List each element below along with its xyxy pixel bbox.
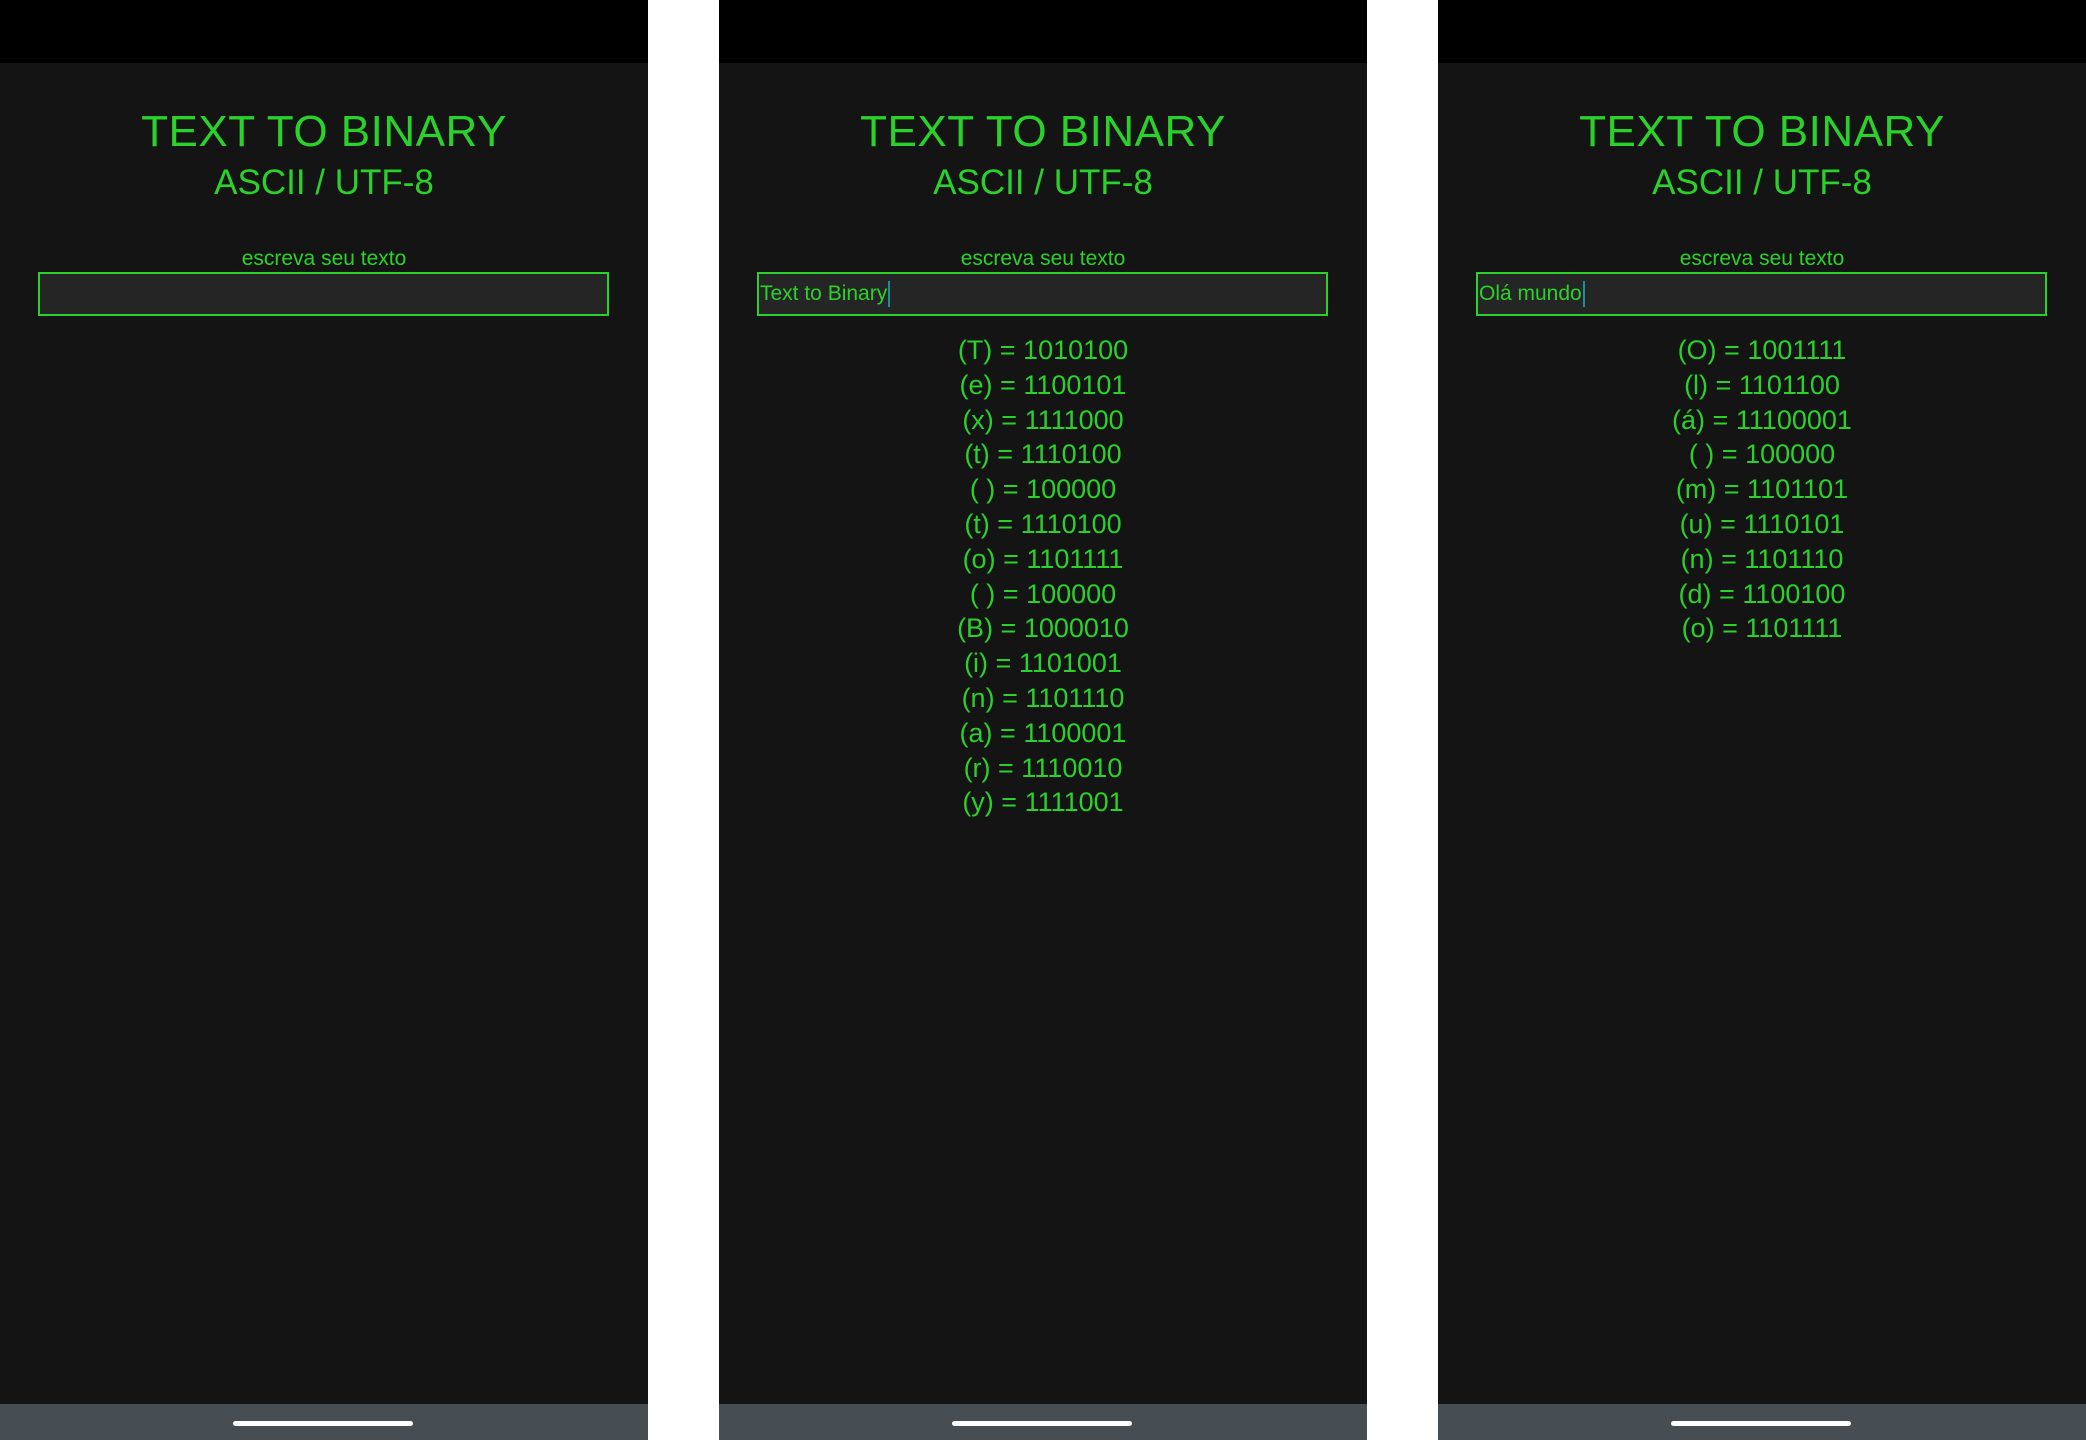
home-indicator[interactable] [952, 1421, 1132, 1426]
input-label: escreva seu texto [1679, 247, 1845, 270]
binary-result-item: (t) = 1110100 [964, 508, 1122, 539]
binary-result-item: (o) = 1101111 [962, 543, 1124, 574]
binary-result-item: ( ) = 100000 [969, 474, 1117, 505]
phone-screen-2: TEXT TO BINARY ASCII / UTF-8 escreva seu… [719, 0, 1367, 1440]
navigation-bar [719, 1404, 1367, 1440]
status-bar [0, 0, 648, 63]
binary-result-item: (O) = 1001111 [1677, 335, 1847, 365]
navigation-bar [1438, 1404, 2086, 1440]
binary-result-item: (á) = 11100001 [1672, 404, 1852, 435]
input-value: Text to Binary [760, 282, 888, 305]
home-indicator[interactable] [233, 1421, 413, 1426]
binary-result-item: (l) = 1101100 [1684, 369, 1840, 400]
input-value: Olá mundo [1479, 282, 1582, 305]
binary-result-item: (m) = 1101101 [1675, 474, 1849, 505]
binary-result-item: (o) = 1101111 [1681, 613, 1843, 644]
binary-result-item: (e) = 1100101 [959, 369, 1127, 400]
binary-result-item: (n) = 1101110 [1680, 543, 1844, 574]
binary-result-item: ( ) = 100000 [1688, 439, 1836, 470]
text-cursor [888, 281, 891, 308]
input-label: escreva seu texto [960, 247, 1126, 270]
app-subtitle: ASCII / UTF-8 [1652, 163, 1872, 202]
app-title: TEXT TO BINARY [1579, 107, 1945, 156]
binary-result-item: (T) = 1010100 [957, 335, 1129, 365]
binary-result-item: (i) = 1101001 [964, 648, 1122, 679]
text-input[interactable]: Olá mundo [1476, 272, 2047, 316]
binary-results-list: (T) = 1010100 (e) = 1100101 (x) = 1111000 (… [719, 333, 1367, 820]
navigation-bar [0, 1404, 648, 1440]
binary-result-item: (x) = 1111000 [962, 404, 1124, 435]
input-label: escreva seu texto [241, 247, 407, 270]
status-bar [719, 0, 1367, 63]
binary-result-item: (y) = 1111001 [962, 787, 1124, 818]
app-title: TEXT TO BINARY [141, 107, 507, 156]
status-bar [1438, 0, 2086, 63]
text-input[interactable]: Text to Binary [757, 272, 1328, 316]
home-indicator[interactable] [1671, 1421, 1851, 1426]
app-title: TEXT TO BINARY [860, 107, 1226, 156]
app-subtitle: ASCII / UTF-8 [214, 163, 434, 202]
binary-result-item: (n) = 1101110 [961, 682, 1125, 713]
binary-result-item: (B) = 1000010 [957, 613, 1129, 644]
binary-result-item: (d) = 1100100 [1678, 578, 1846, 609]
text-input[interactable] [38, 272, 609, 316]
binary-result-item: (a) = 1100001 [959, 717, 1127, 748]
text-cursor [1582, 281, 1585, 308]
binary-result-item: (t) = 1110100 [964, 439, 1122, 470]
phone-screen-1: TEXT TO BINARY ASCII / UTF-8 escreva seu… [0, 0, 648, 1440]
phone-screen-3: TEXT TO BINARY ASCII / UTF-8 escreva seu… [1438, 0, 2086, 1440]
binary-results-list: (O) = 1001111 (l) = 1101100 (á) = 11100001… [1438, 333, 2086, 646]
binary-result-item: ( ) = 100000 [969, 578, 1117, 609]
binary-result-item: (u) = 1110101 [1679, 508, 1845, 539]
app-subtitle: ASCII / UTF-8 [933, 163, 1153, 202]
binary-result-item: (r) = 1110010 [963, 752, 1123, 783]
